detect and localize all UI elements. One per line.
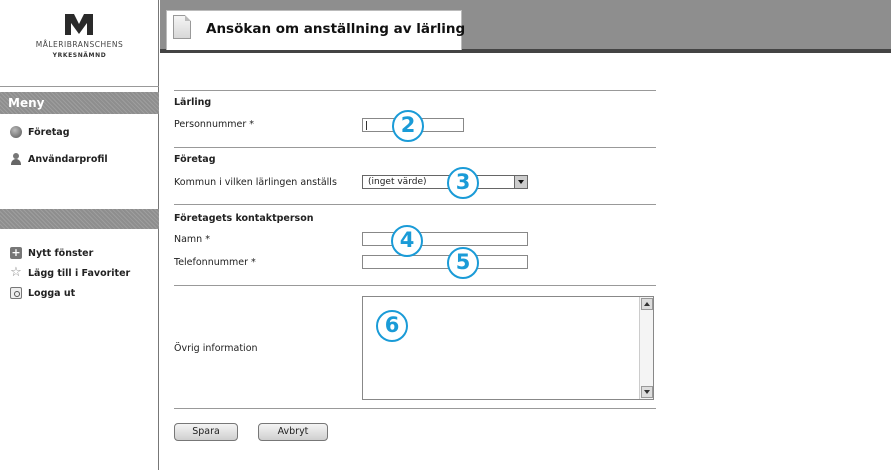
sidebar-item-anvandarprofil[interactable]: Användarprofil (10, 152, 108, 166)
tool-add-favorites[interactable]: ☆ Lägg till i Favoriter (10, 266, 130, 280)
divider (0, 86, 159, 87)
chevron-down-icon[interactable] (514, 176, 527, 188)
vertical-scrollbar[interactable] (639, 297, 653, 399)
callout-badge: 6 (376, 310, 408, 342)
kommun-select-value: (inget värde) (368, 177, 427, 187)
logo-mark-icon (65, 14, 93, 35)
section-divider (174, 147, 656, 148)
sidebar-item-label: Företag (28, 126, 70, 138)
section-heading-kontaktperson: Företagets kontaktperson (174, 213, 314, 224)
tool-label: Logga ut (28, 287, 76, 299)
cancel-button[interactable]: Avbryt (258, 423, 328, 441)
document-icon (173, 15, 191, 39)
scroll-up-icon[interactable] (641, 298, 653, 310)
ovrig-information-textarea[interactable] (362, 296, 654, 400)
telefon-input[interactable] (362, 255, 528, 269)
menu-header: Meny (0, 92, 159, 114)
new-window-icon: + (10, 246, 22, 259)
page-title-tab: Ansökan om anställning av lärling (166, 10, 466, 50)
callout-badge: 4 (391, 225, 423, 257)
kommun-select[interactable]: (inget värde) (362, 175, 528, 189)
section-heading-foretag: Företag (174, 154, 216, 165)
personnummer-label: Personnummer * (174, 119, 254, 130)
sidebar-item-foretag[interactable]: Företag (10, 125, 70, 139)
section-heading-larling: Lärling (174, 97, 212, 108)
globe-icon (10, 126, 22, 138)
user-icon (10, 153, 22, 165)
callout-badge: 5 (447, 247, 479, 279)
text-cursor (366, 121, 367, 130)
brand-subtitle: YRKESNÄMND (52, 52, 107, 59)
scroll-down-icon[interactable] (641, 386, 653, 398)
callout-badge: 3 (447, 167, 479, 199)
save-button[interactable]: Spara (174, 423, 238, 441)
namn-input[interactable] (362, 232, 528, 246)
page-title: Ansökan om anställning av lärling (206, 21, 466, 37)
tool-label: Lägg till i Favoriter (28, 267, 131, 279)
tool-logout[interactable]: Logga ut (10, 286, 75, 300)
callout-badge: 2 (392, 110, 424, 142)
telefon-label: Telefonnummer * (174, 257, 256, 268)
sidebar: MÅLERIBRANSCHENS YRKESNÄMND Meny Företag… (0, 0, 159, 470)
brand-name: MÅLERIBRANSCHENS (35, 40, 124, 49)
kommun-label: Kommun i vilken lärlingen anställs (174, 177, 337, 188)
namn-label: Namn * (174, 234, 210, 245)
star-icon: ☆ (10, 265, 22, 280)
brand-logo[interactable]: MÅLERIBRANSCHENS YRKESNÄMND (0, 0, 159, 86)
tool-new-window[interactable]: + Nytt fönster (10, 246, 93, 260)
sidebar-item-label: Användarprofil (28, 153, 108, 165)
section-divider (174, 285, 656, 286)
sidebar-separator-bar (0, 209, 159, 229)
section-divider (174, 204, 656, 205)
section-divider (174, 408, 656, 409)
tool-label: Nytt fönster (28, 247, 94, 259)
logout-icon (10, 287, 22, 299)
section-divider (174, 90, 656, 91)
ovrig-information-label: Övrig information (174, 343, 258, 354)
